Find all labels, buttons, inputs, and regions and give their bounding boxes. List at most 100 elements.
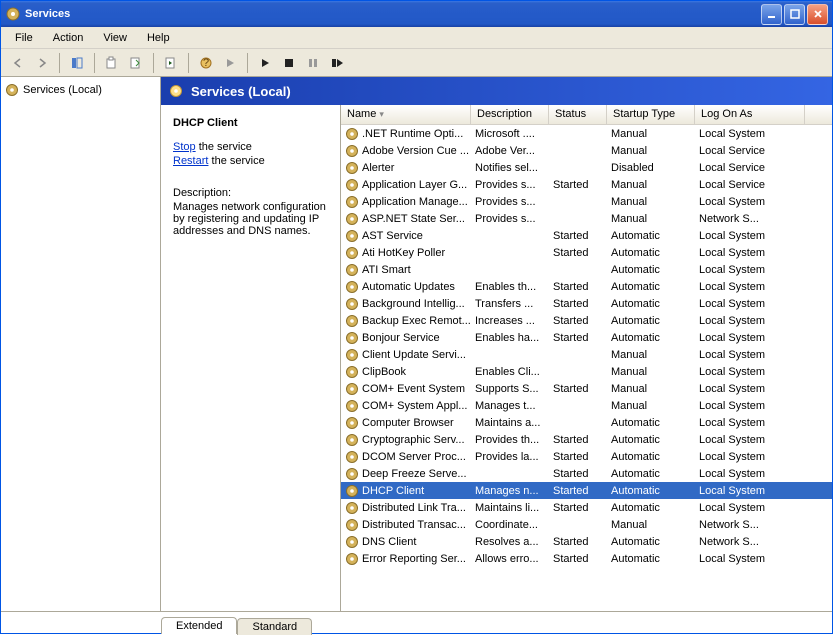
service-row[interactable]: Background Intellig...Transfers ...Start…	[341, 295, 832, 312]
tab-extended[interactable]: Extended	[161, 617, 237, 634]
service-row[interactable]: Cryptographic Serv...Provides th...Start…	[341, 431, 832, 448]
stop-service-link[interactable]: Stop	[173, 141, 196, 153]
service-row[interactable]: Adobe Version Cue ...Adobe Ver...ManualL…	[341, 142, 832, 159]
service-row[interactable]: DHCP ClientManages n...StartedAutomaticL…	[341, 482, 832, 499]
service-logon: Local System	[695, 382, 805, 396]
play-button[interactable]	[254, 52, 276, 74]
gear-icon	[5, 6, 21, 22]
service-startup: Automatic	[607, 433, 695, 447]
service-row[interactable]: COM+ System Appl...Manages t...ManualLoc…	[341, 397, 832, 414]
service-startup: Automatic	[607, 314, 695, 328]
menu-action[interactable]: Action	[45, 30, 92, 46]
service-row[interactable]: AlerterNotifies sel...DisabledLocal Serv…	[341, 159, 832, 176]
service-name: ASP.NET State Ser...	[362, 213, 465, 225]
service-description: Maintains a...	[471, 416, 549, 430]
service-logon: Local System	[695, 399, 805, 413]
gear-icon	[345, 127, 359, 141]
service-description	[471, 473, 549, 475]
service-row[interactable]: Client Update Servi...ManualLocal System	[341, 346, 832, 363]
forward-button[interactable]	[31, 52, 53, 74]
list-body[interactable]: .NET Runtime Opti...Microsoft ....Manual…	[341, 125, 832, 611]
service-row[interactable]: Deep Freeze Serve...StartedAutomaticLoca…	[341, 465, 832, 482]
service-status	[549, 218, 607, 220]
service-row[interactable]: ClipBookEnables Cli...ManualLocal System	[341, 363, 832, 380]
restart-button[interactable]	[326, 52, 348, 74]
service-status: Started	[549, 552, 607, 566]
service-row[interactable]: Application Manage...Provides s...Manual…	[341, 193, 832, 210]
service-logon: Local System	[695, 246, 805, 260]
restart-service-link[interactable]: Restart	[173, 155, 208, 167]
service-row[interactable]: DNS ClientResolves a...StartedAutomaticN…	[341, 533, 832, 550]
service-startup: Automatic	[607, 263, 695, 277]
stop-service-link-row: Stop the service	[173, 141, 328, 153]
stop-button[interactable]	[278, 52, 300, 74]
service-row[interactable]: Distributed Link Tra...Maintains li...St…	[341, 499, 832, 516]
service-status	[549, 354, 607, 356]
service-row[interactable]: DCOM Server Proc...Provides la...Started…	[341, 448, 832, 465]
show-hide-button[interactable]	[66, 52, 88, 74]
service-description: Manages n...	[471, 484, 549, 498]
tab-standard[interactable]: Standard	[237, 618, 312, 635]
gear-icon	[345, 433, 359, 447]
service-startup: Manual	[607, 518, 695, 532]
gear-icon	[345, 297, 359, 311]
service-row[interactable]: .NET Runtime Opti...Microsoft ....Manual…	[341, 125, 832, 142]
service-logon: Local System	[695, 127, 805, 141]
service-description: Supports S...	[471, 382, 549, 396]
service-startup: Automatic	[607, 280, 695, 294]
service-row[interactable]: Distributed Transac...Coordinate...Manua…	[341, 516, 832, 533]
service-row[interactable]: Ati HotKey PollerStartedAutomaticLocal S…	[341, 244, 832, 261]
service-name: Distributed Link Tra...	[362, 502, 466, 514]
back-button[interactable]	[7, 52, 29, 74]
service-row[interactable]: Application Layer G...Provides s...Start…	[341, 176, 832, 193]
properties-button[interactable]	[101, 52, 123, 74]
menu-view[interactable]: View	[95, 30, 135, 46]
service-name: DCOM Server Proc...	[362, 451, 466, 463]
help-button[interactable]: ?	[195, 52, 217, 74]
service-name: Bonjour Service	[362, 332, 440, 344]
service-logon: Network S...	[695, 535, 805, 549]
menubar: File Action View Help	[1, 27, 832, 49]
minimize-button[interactable]	[761, 4, 782, 25]
service-status	[549, 405, 607, 407]
service-row[interactable]: Automatic UpdatesEnables th...StartedAut…	[341, 278, 832, 295]
column-header-description[interactable]: Description	[471, 105, 549, 124]
start-service-button[interactable]	[219, 52, 241, 74]
right-pane: Services (Local) DHCP Client Stop the se…	[161, 77, 832, 611]
refresh-button[interactable]	[160, 52, 182, 74]
service-row[interactable]: COM+ Event SystemSupports S...StartedMan…	[341, 380, 832, 397]
gear-icon	[345, 178, 359, 192]
service-row[interactable]: Backup Exec Remot...Increases ...Started…	[341, 312, 832, 329]
menu-file[interactable]: File	[7, 30, 41, 46]
service-description: Provides th...	[471, 433, 549, 447]
close-button[interactable]	[807, 4, 828, 25]
service-status	[549, 167, 607, 169]
column-header-name[interactable]: Name ▾	[341, 105, 471, 124]
service-description: Maintains li...	[471, 501, 549, 515]
service-startup: Automatic	[607, 229, 695, 243]
menu-help[interactable]: Help	[139, 30, 178, 46]
column-header-logon[interactable]: Log On As	[695, 105, 805, 124]
titlebar[interactable]: Services	[1, 1, 832, 27]
service-row[interactable]: Bonjour ServiceEnables ha...StartedAutom…	[341, 329, 832, 346]
column-header-startup[interactable]: Startup Type	[607, 105, 695, 124]
service-row[interactable]: Computer BrowserMaintains a...AutomaticL…	[341, 414, 832, 431]
service-row[interactable]: Error Reporting Ser...Allows erro...Star…	[341, 550, 832, 567]
service-status: Started	[549, 178, 607, 192]
service-name: .NET Runtime Opti...	[362, 128, 463, 140]
gear-icon	[345, 229, 359, 243]
service-name: Application Layer G...	[362, 179, 467, 191]
maximize-button[interactable]	[784, 4, 805, 25]
pause-button[interactable]	[302, 52, 324, 74]
tree-root-services-local[interactable]: Services (Local)	[1, 81, 160, 99]
export-button[interactable]	[125, 52, 147, 74]
service-name: DHCP Client	[362, 485, 424, 497]
service-name: Deep Freeze Serve...	[362, 468, 467, 480]
service-description: Coordinate...	[471, 518, 549, 532]
service-row[interactable]: ATI SmartAutomaticLocal System	[341, 261, 832, 278]
column-header-status[interactable]: Status	[549, 105, 607, 124]
gear-icon	[345, 263, 359, 277]
service-row[interactable]: ASP.NET State Ser...Provides s...ManualN…	[341, 210, 832, 227]
service-row[interactable]: AST ServiceStartedAutomaticLocal System	[341, 227, 832, 244]
toolbar: ?	[1, 49, 832, 77]
